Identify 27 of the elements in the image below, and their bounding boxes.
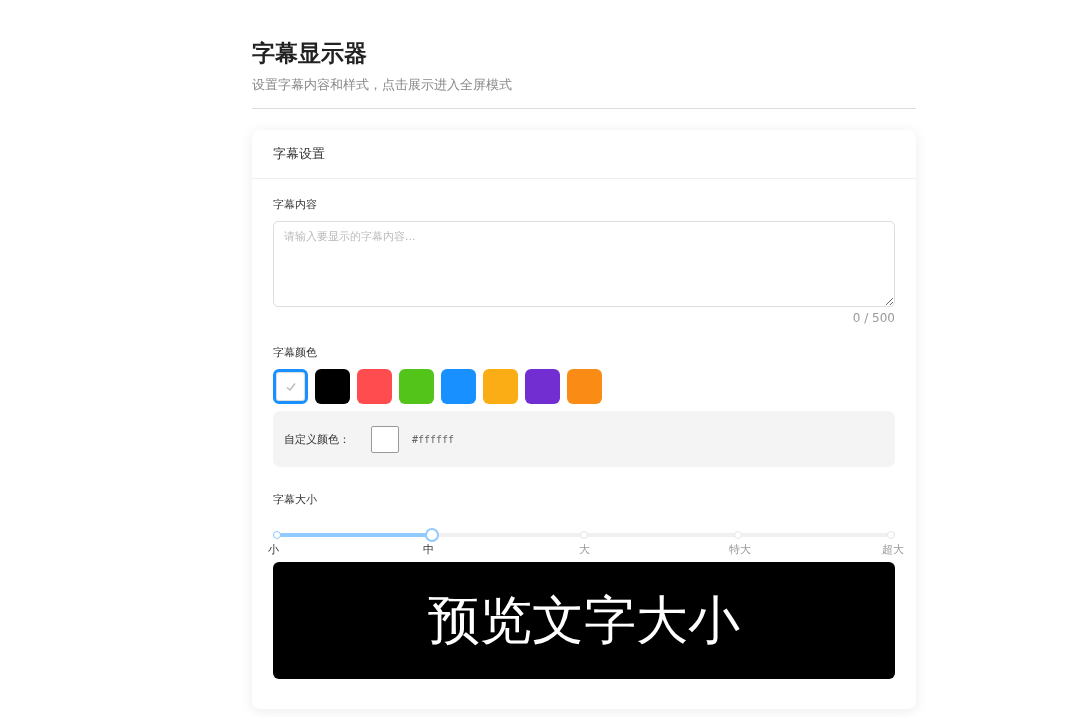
subtitle-input[interactable]: 请输入要显示的字幕内容... — [273, 221, 895, 307]
size-mark-label[interactable]: 小 — [267, 542, 279, 557]
check-icon — [284, 380, 297, 393]
page-title: 字幕显示器 — [252, 39, 368, 68]
field-label: 字幕大小 — [273, 492, 318, 507]
color-swatch[interactable] — [315, 369, 350, 404]
char-counter: 0 / 500 — [852, 311, 895, 325]
color-swatch[interactable] — [399, 369, 434, 404]
color-swatch[interactable] — [483, 369, 518, 404]
field-label: 字幕颜色 — [273, 345, 318, 360]
page-subtitle: 设置字幕内容和样式，点击展示进入全屏模式 — [252, 76, 513, 94]
color-picker[interactable] — [371, 425, 399, 453]
color-hex-value: #ffffff — [412, 433, 455, 445]
color-swatch[interactable] — [441, 369, 476, 404]
slider-thumb[interactable] — [425, 528, 439, 542]
color-swatch[interactable] — [567, 369, 602, 404]
preview-text: 预览文字大小 — [428, 588, 740, 652]
custom-color-label: 自定义颜色： — [284, 431, 351, 447]
color-swatch[interactable] — [357, 369, 392, 404]
color-swatch[interactable] — [273, 369, 308, 404]
size-mark-label[interactable]: 超大 — [881, 542, 904, 557]
size-mark-label[interactable]: 特大 — [728, 542, 751, 557]
size-mark-label[interactable]: 中 — [423, 542, 434, 557]
field-label: 字幕内容 — [273, 197, 318, 212]
card-title: 字幕设置 — [273, 146, 325, 161]
color-swatch[interactable] — [525, 369, 560, 404]
size-mark-label[interactable]: 大 — [578, 542, 590, 557]
